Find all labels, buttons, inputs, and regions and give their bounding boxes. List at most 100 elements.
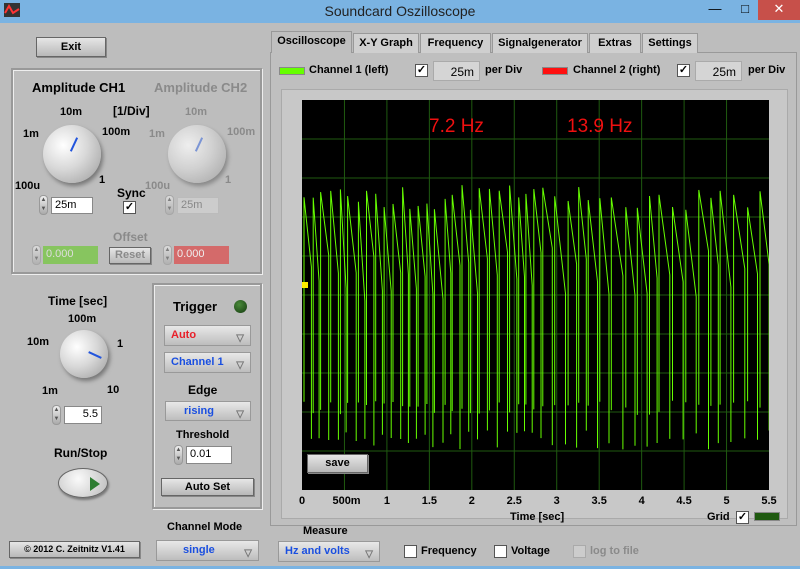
grid-label: Grid [707, 511, 730, 523]
offset-ch1-spinner[interactable]: ▲ ▼ [32, 245, 41, 265]
ch1-per-div-label: per Div [485, 64, 523, 76]
channel-mode-value: single [183, 544, 215, 556]
knob-label: 1 [225, 174, 232, 186]
offset-ch2-spinner[interactable]: ▲ ▼ [163, 245, 172, 265]
time-knob[interactable] [60, 330, 108, 378]
x-tick-label: 2.5 [506, 495, 522, 507]
ch1-color-swatch[interactable] [279, 67, 305, 75]
div-unit-label: [1/Div] [113, 104, 150, 118]
time-knob-label: 10m [27, 336, 50, 348]
log-to-file-label: log to file [590, 545, 639, 557]
x-tick-label: 0 [298, 495, 306, 507]
ch1-checkbox[interactable]: ✓ [415, 64, 428, 77]
amplitude-ch1-knob[interactable] [43, 125, 101, 183]
minimize-button[interactable]: — [700, 0, 730, 20]
ch1-label: Channel 1 (left) [309, 64, 389, 76]
play-icon [90, 477, 100, 491]
x-axis-label: Time [sec] [510, 511, 565, 523]
offset-label: Offset [113, 230, 148, 244]
trigger-mode-value: Auto [171, 329, 197, 341]
time-spinner[interactable]: ▲ ▼ [52, 405, 61, 425]
edge-label: Edge [188, 383, 218, 397]
maximize-button[interactable]: □ [733, 0, 757, 20]
ch1-value-input[interactable]: 25m [51, 197, 93, 214]
tab-settings[interactable]: Settings [642, 33, 698, 53]
trigger-mode-dropdown[interactable]: Auto ▽ [164, 325, 251, 346]
x-tick-label: 2 [468, 495, 475, 507]
x-tick-label: 3 [553, 495, 560, 507]
x-tick-label: 5 [723, 495, 730, 507]
ch2-frequency-readout: 13.9 Hz [567, 116, 633, 137]
frequency-label: Frequency [421, 545, 477, 557]
exit-button[interactable]: Exit [36, 37, 106, 57]
tab-oscilloscope[interactable]: Oscilloscope [271, 31, 352, 53]
x-tick-label: 5.5 [761, 495, 777, 507]
knob-label: 100u [145, 180, 171, 192]
ch1-per-div-input[interactable]: 25m [433, 61, 480, 81]
copyright-label: © 2012 C. Zeitnitz V1.41 [9, 541, 140, 558]
title-bar: Soundcard Oszilloscope — □ ✕ [0, 0, 800, 23]
trigger-channel-dropdown[interactable]: Channel 1 ▽ [164, 352, 251, 373]
x-tick-label: 1.5 [421, 495, 437, 507]
ch2-per-div-input[interactable]: 25m [695, 61, 742, 81]
ch1-spinner[interactable]: ▲ ▼ [39, 195, 48, 215]
close-button[interactable]: ✕ [758, 0, 800, 20]
edge-dropdown[interactable]: rising ▽ [165, 401, 251, 421]
measure-mode-value: Hz and volts [285, 545, 350, 557]
trigger-marker [302, 282, 308, 288]
chevron-down-icon: ▽ [236, 333, 244, 344]
knob-label: 1m [149, 128, 165, 140]
measure-dropdown[interactable]: Hz and volts ▽ [278, 541, 380, 562]
knob-label: 1 [99, 174, 106, 186]
knob-label: 100m [227, 126, 256, 138]
x-tick-label: 4 [638, 495, 645, 507]
knob-label: 1m [23, 128, 39, 140]
ch2-spinner[interactable]: ▲ ▼ [165, 195, 174, 215]
trigger-frame: Trigger Auto ▽ Channel 1 ▽ Edge rising ▽ Th… [152, 283, 262, 509]
chevron-down-icon: ▽ [236, 409, 244, 420]
chevron-down-icon: ▽ [236, 360, 244, 371]
offset-ch1-input[interactable]: 0.000 [43, 246, 98, 264]
grid-checkbox[interactable]: ✓ [736, 511, 749, 524]
voltage-checkbox[interactable] [494, 545, 507, 558]
amplitude-ch2-knob[interactable] [168, 125, 226, 183]
offset-ch2-input[interactable]: 0.000 [174, 246, 229, 264]
save-button[interactable]: save [307, 454, 368, 473]
ch2-checkbox[interactable]: ✓ [677, 64, 690, 77]
ch2-label: Channel 2 (right) [573, 64, 661, 76]
auto-set-button[interactable]: Auto Set [161, 478, 254, 496]
knob-label: 10m [185, 106, 208, 118]
threshold-input[interactable]: 0.01 [186, 446, 232, 464]
threshold-spinner[interactable]: ▲ ▼ [174, 445, 183, 465]
knob-label: 10m [60, 106, 83, 118]
grid-color-swatch[interactable] [754, 512, 780, 521]
log-to-file-checkbox[interactable] [573, 545, 586, 558]
ch2-value-input[interactable]: 25m [177, 197, 219, 214]
run-stop-button[interactable] [58, 468, 108, 498]
trigger-channel-value: Channel 1 [171, 356, 224, 368]
tab-xy-graph[interactable]: X-Y Graph [353, 33, 419, 53]
measure-label: Measure [303, 525, 348, 537]
x-tick-label: 500m [332, 495, 361, 507]
tab-extras[interactable]: Extras [589, 33, 641, 53]
time-knob-label: 1 [117, 338, 124, 350]
ch1-frequency-readout: 7.2 Hz [429, 116, 484, 137]
window-title: Soundcard Oszilloscope [324, 3, 476, 19]
trigger-label: Trigger [173, 299, 218, 314]
reset-button[interactable]: Reset [109, 247, 151, 264]
channel-mode-label: Channel Mode [167, 521, 243, 533]
tab-frequency[interactable]: Frequency [420, 33, 491, 53]
x-tick-label: 1 [383, 495, 390, 507]
ch2-per-div-label: per Div [748, 64, 786, 76]
x-axis: 0 500m 1 1.5 2 2.5 3 3.5 4 4.5 5 5.5 [299, 490, 777, 512]
ch2-color-swatch[interactable] [542, 67, 568, 75]
sync-checkbox[interactable]: ✓ [123, 201, 136, 214]
frequency-checkbox[interactable] [404, 545, 417, 558]
time-value-input[interactable]: 5.5 [64, 406, 102, 424]
knob-label: 100m [102, 126, 131, 138]
time-knob-label: 100m [68, 313, 97, 325]
time-knob-label: 10 [107, 384, 120, 396]
channel-mode-dropdown[interactable]: single ▽ [156, 540, 259, 561]
tab-signalgenerator[interactable]: Signalgenerator [492, 33, 588, 53]
amplitude-frame: Amplitude CH1 Amplitude CH2 [1/Div] 100u… [11, 68, 262, 274]
